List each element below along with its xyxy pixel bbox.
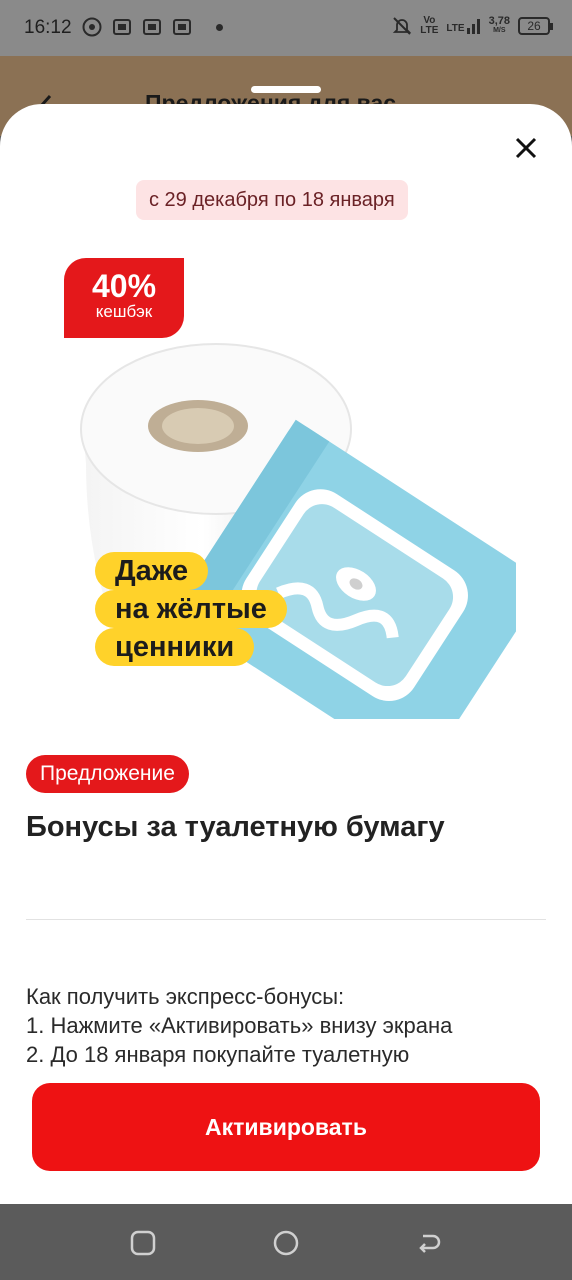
date-range-badge: с 29 декабря по 18 января bbox=[136, 180, 408, 220]
howto-line: Как получить экспресс-бонусы: bbox=[26, 984, 345, 1009]
status-time: 16:12 bbox=[24, 17, 72, 38]
volte-indicator: Vo LTE bbox=[420, 16, 438, 36]
howto-text: Как получить экспресс-бонусы: 1. Нажмите… bbox=[26, 982, 556, 1069]
promo-note-line: на жёлтые bbox=[95, 590, 287, 628]
more-notifications-dot bbox=[216, 23, 223, 31]
signal-icon bbox=[466, 19, 480, 34]
back-icon[interactable] bbox=[416, 1230, 442, 1256]
app-notification-icon bbox=[113, 19, 131, 35]
home-icon[interactable] bbox=[273, 1230, 299, 1256]
status-indicators: Vo LTE LTE 3,78 M/S 26 bbox=[392, 16, 553, 36]
battery-icon: 26 bbox=[518, 17, 553, 35]
lte-label: LTE bbox=[420, 25, 439, 36]
offer-bottom-sheet: с 29 декабря по 18 января 40% кешбэк Даж… bbox=[0, 104, 572, 1204]
promo-note: Даже на жёлтые ценники bbox=[95, 552, 287, 666]
promo-note-line: ценники bbox=[95, 628, 255, 666]
cashback-percent: 40% bbox=[91, 268, 157, 304]
speed-indicator: 3,78 M/S bbox=[489, 16, 510, 36]
speed-unit: M/S bbox=[493, 27, 506, 34]
speed-value: 3,78 bbox=[488, 15, 510, 27]
cashback-label: кешбэк bbox=[95, 302, 153, 321]
divider bbox=[26, 919, 546, 920]
howto-line: 1. Нажмите «Активировать» внизу экрана bbox=[26, 1013, 453, 1038]
notification-icons bbox=[82, 17, 223, 37]
promo-note-line: Даже bbox=[95, 552, 209, 590]
close-icon bbox=[515, 137, 537, 159]
close-button[interactable] bbox=[508, 130, 544, 166]
mute-icon bbox=[393, 17, 412, 35]
signal-indicator: LTE bbox=[446, 18, 480, 34]
howto-line: 2. До 18 января покупайте туалетную bbox=[26, 1042, 410, 1067]
app-notification-icon bbox=[173, 19, 191, 35]
app-notification-icon bbox=[143, 19, 161, 35]
lte-signal-label: LTE bbox=[446, 23, 465, 34]
battery-level: 26 bbox=[527, 19, 541, 33]
activate-button[interactable]: Активировать bbox=[32, 1083, 540, 1171]
navigation-bar bbox=[0, 1204, 572, 1280]
cashback-badge: 40% кешбэк bbox=[64, 258, 184, 338]
sheet-drag-handle[interactable] bbox=[251, 86, 321, 93]
offer-title: Бонусы за туалетную бумагу bbox=[26, 811, 445, 843]
football-icon bbox=[82, 17, 102, 37]
status-bar: 16:12 Vo LTE LTE 3,78 M/S 26 bbox=[0, 0, 572, 56]
recent-apps-icon[interactable] bbox=[130, 1230, 156, 1256]
offer-tag: Предложение bbox=[26, 755, 189, 793]
